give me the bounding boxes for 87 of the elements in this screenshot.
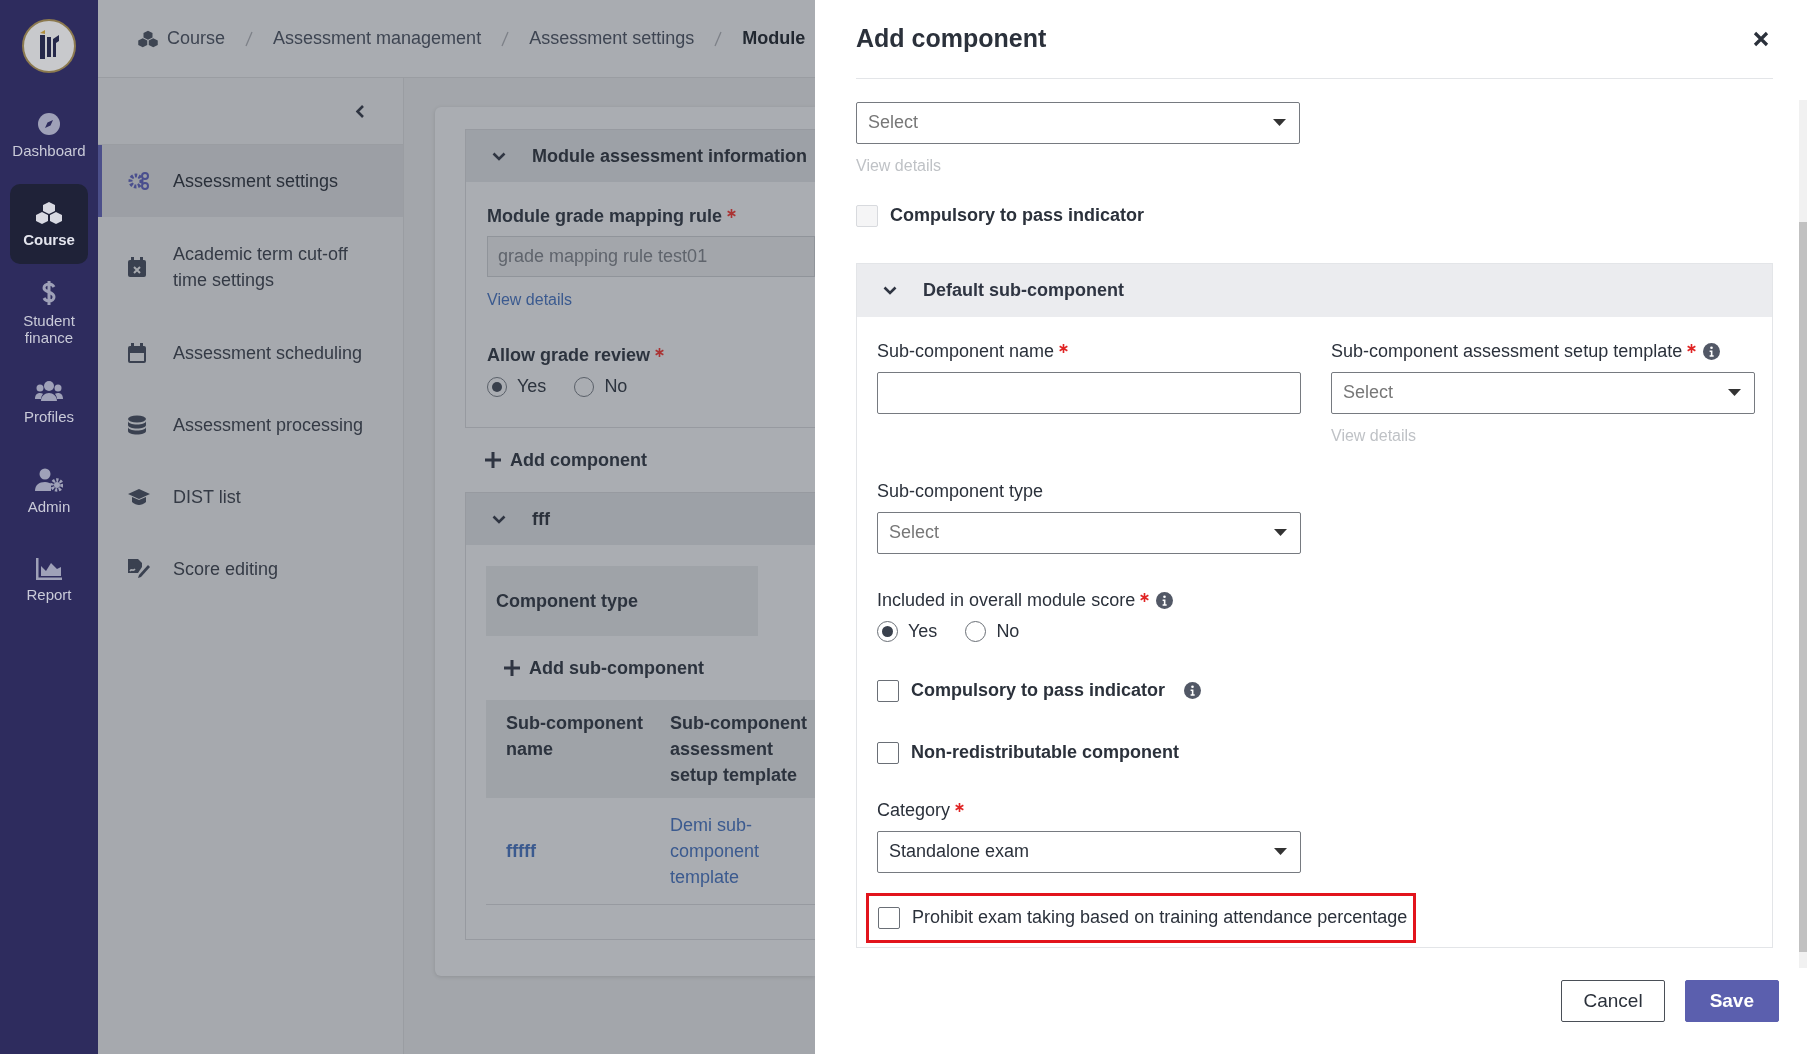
cubes-icon (138, 29, 158, 48)
sidebar-nav-item[interactable]: Student finance (10, 273, 88, 353)
field-label: Included in overall module score (877, 589, 1136, 611)
cubes-icon (36, 200, 62, 225)
database-icon (128, 415, 146, 435)
breadcrumb-separator (501, 30, 510, 47)
radio-option[interactable]: Yes (877, 620, 938, 642)
dialog-title: Add component (856, 24, 1047, 54)
radio-option[interactable]: No (965, 620, 1020, 642)
field-label: Sub-component assessment setup template (1331, 340, 1683, 362)
sidebar-nav-item[interactable]: Profiles (10, 362, 88, 442)
section-title: Module assessment information (532, 145, 808, 167)
checkbox[interactable] (877, 679, 899, 702)
chevron-icon[interactable] (883, 285, 897, 295)
sidebar-nav-item[interactable]: Admin (10, 451, 88, 531)
checkbox-label: Compulsory to pass indicator (890, 205, 1145, 227)
sidebar-nav-item[interactable]: Dashboard (10, 95, 88, 175)
breadcrumb-link[interactable]: Course (167, 28, 226, 49)
checkbox-label: Non-redistributable component (911, 742, 1179, 764)
breadcrumb-separator (714, 30, 723, 47)
user-gear-icon (35, 467, 63, 492)
caret-icon (1274, 529, 1287, 537)
sub-component-name-field[interactable] (877, 371, 1301, 414)
plus-icon (504, 660, 520, 676)
sub-component-type-select[interactable]: Select (877, 511, 1301, 554)
section-header[interactable]: Module assessment information (466, 130, 815, 182)
compass-icon (37, 111, 61, 136)
field-label: Module grade mapping rule (487, 206, 723, 226)
section-header[interactable]: fff (466, 493, 815, 545)
checkbox-label: Prohibit exam taking based on training attendance percentage (912, 907, 1408, 929)
section-nav-item[interactable]: Assessment settings (98, 145, 403, 217)
grade-mapping-field: grade mapping rule test01 (487, 236, 815, 277)
caret-icon (1274, 848, 1287, 856)
info-icon[interactable] (1703, 342, 1721, 360)
add-component-button[interactable]: Add component (465, 428, 815, 492)
scrollbar[interactable] (1799, 100, 1807, 968)
plus-icon (485, 452, 501, 468)
section-title: Default sub-component (923, 279, 1124, 301)
field-label: Category (877, 799, 951, 821)
breadcrumb-separator (245, 30, 254, 47)
breadcrumb-link[interactable]: Assessment settings (529, 28, 695, 49)
chevron-icon[interactable] (492, 514, 506, 524)
checkbox[interactable] (877, 741, 899, 764)
dollar-icon (41, 280, 57, 306)
component-type-label: Component type (486, 566, 758, 636)
field-label: Allow grade review (487, 345, 651, 365)
category-select[interactable]: Standalone exam (877, 830, 1301, 873)
caret-icon (1728, 389, 1741, 397)
field-label: Sub-component name (877, 340, 1055, 362)
info-icon[interactable] (1156, 591, 1174, 609)
table-cell-link[interactable]: fffff (506, 838, 650, 864)
view-details-link[interactable]: View details (487, 291, 815, 309)
radio-option[interactable]: Yes (487, 376, 547, 397)
sidebar-nav-item[interactable]: Course (10, 184, 88, 264)
breadcrumb-link[interactable]: Assessment management (273, 28, 482, 49)
section-nav-item[interactable]: DIST list (98, 461, 403, 533)
section-nav-item[interactable]: Academic term cut-off time settings (98, 217, 403, 317)
gears-icon (128, 171, 150, 191)
caret-icon (1273, 119, 1286, 127)
graduation-cap-icon (128, 489, 150, 505)
logo (22, 19, 76, 73)
section-nav-item[interactable]: Score editing (98, 533, 403, 605)
field-label: Sub-component type (877, 480, 1044, 502)
signature-edit-icon (128, 559, 150, 579)
add-sub-component-button[interactable]: Add sub-component (466, 636, 815, 700)
table-header: Sub-component assessment setup template (650, 700, 815, 798)
area-chart-icon (36, 557, 62, 580)
info-icon[interactable] (1184, 682, 1202, 700)
section-header[interactable]: Default sub-component (857, 263, 1772, 317)
section-nav-item[interactable]: Assessment processing (98, 389, 403, 461)
checkbox-label: Compulsory to pass indicator (911, 680, 1166, 702)
calendar-x-icon (128, 257, 146, 277)
radio-option[interactable]: No (574, 376, 628, 397)
table-header: Sub-component name (486, 700, 650, 798)
section-nav-item[interactable]: Assessment scheduling (98, 317, 403, 389)
cancel-button[interactable]: Cancel (1561, 979, 1665, 1022)
save-button[interactable]: Save (1684, 979, 1779, 1022)
chevron-icon[interactable] (492, 151, 506, 161)
grade-mapping-select[interactable]: Select (856, 101, 1300, 144)
people-icon (35, 379, 63, 402)
collapse-icon[interactable] (355, 104, 365, 118)
template-select[interactable]: Select (1331, 371, 1755, 414)
sidebar-nav-item[interactable]: Report (10, 540, 88, 620)
table-cell-link[interactable]: Demi sub-component template (670, 812, 815, 890)
checkbox[interactable] (878, 906, 900, 929)
calendar-icon (128, 343, 146, 363)
section-title: fff (532, 508, 550, 530)
